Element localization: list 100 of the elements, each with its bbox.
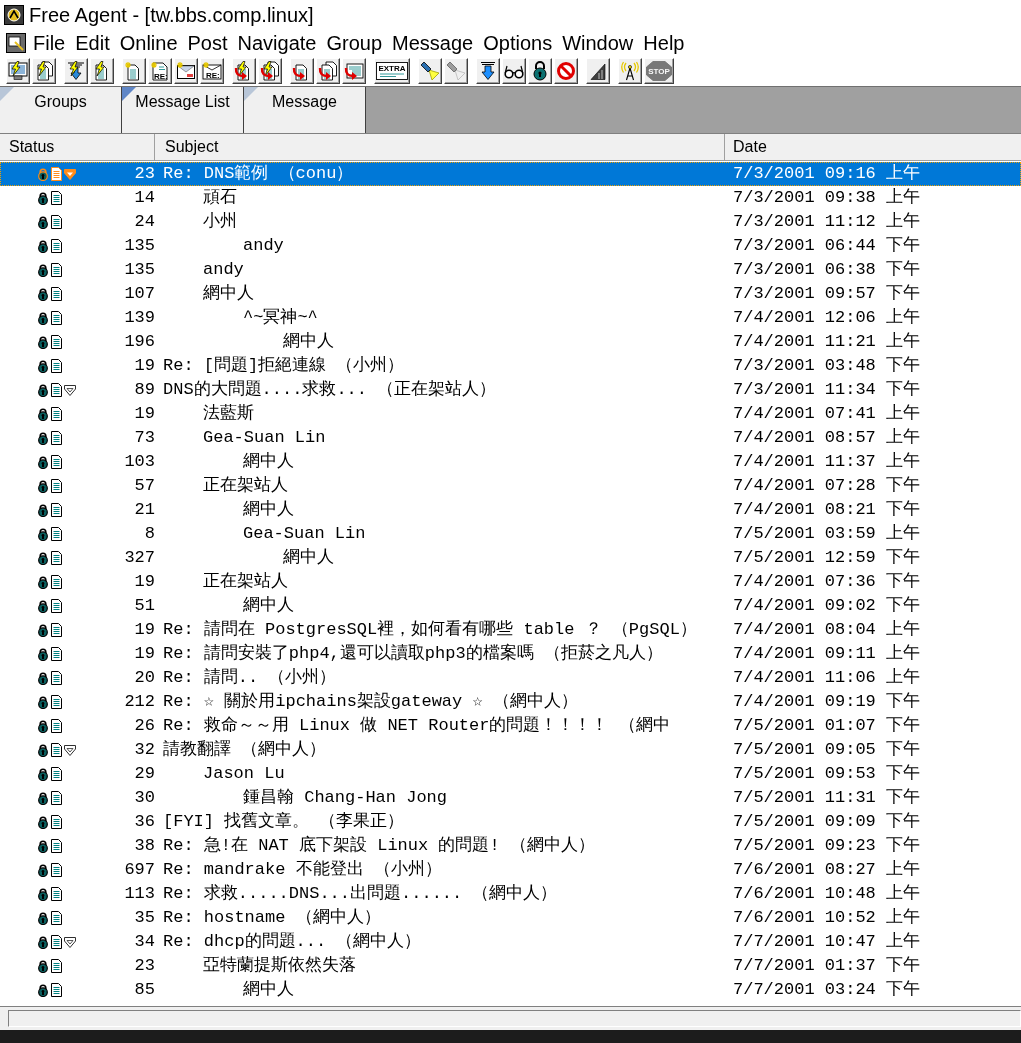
message-row[interactable]: 19 Re: 請問安裝了php4,還可以讀取php3的檔案嗎 （拒菸之凡人） 7/4/2001 09:11 上午 bbox=[0, 642, 1021, 666]
caret-icon[interactable] bbox=[64, 936, 76, 948]
padlock-icon bbox=[37, 599, 49, 613]
toolbar-button[interactable] bbox=[476, 57, 500, 84]
message-row[interactable]: 26 Re: 救命～～用 Linux 做 NET Router的問題！！！！ （網中 7/5/2001 01:07 下午 bbox=[0, 714, 1021, 738]
message-row[interactable]: 19 法藍斯 7/4/2001 07:41 上午 bbox=[0, 402, 1021, 426]
document-icon bbox=[51, 479, 62, 493]
message-row[interactable]: 8 Gea-Suan Lin 7/5/2001 03:59 上午 bbox=[0, 522, 1021, 546]
document-icon bbox=[51, 503, 62, 517]
message-row[interactable]: 135 andy 7/3/2001 06:38 下午 bbox=[0, 258, 1021, 282]
toolbar-button[interactable] bbox=[618, 57, 642, 84]
message-row[interactable]: 697 Re: mandrake 不能登出 （小州） 7/6/2001 08:27 上午 bbox=[0, 858, 1021, 882]
subject-text: 網中人 bbox=[203, 284, 254, 303]
toolbar-button[interactable] bbox=[258, 57, 282, 84]
menu-item[interactable]: File bbox=[28, 30, 71, 55]
message-row[interactable]: 327 網中人 7/5/2001 12:59 下午 bbox=[0, 546, 1021, 570]
document-icon bbox=[51, 575, 62, 589]
menu-item[interactable]: Options bbox=[478, 30, 558, 55]
toolbar-button[interactable] bbox=[290, 57, 314, 84]
menu-item[interactable]: Post bbox=[182, 30, 233, 55]
document-icon bbox=[51, 335, 62, 349]
subject-text: Re: DNS範例 （conu） bbox=[163, 164, 354, 183]
message-row[interactable]: 139 ^~冥神~^ 7/4/2001 12:06 上午 bbox=[0, 306, 1021, 330]
menu-item[interactable]: Message bbox=[387, 30, 479, 55]
toolbar-button[interactable] bbox=[316, 57, 340, 84]
toolbar-button[interactable] bbox=[502, 57, 526, 84]
column-header[interactable]: Status bbox=[0, 134, 155, 160]
date-text: 7/7/2001 01:37 下午 bbox=[733, 956, 921, 975]
message-row[interactable]: 212 Re: ☆ 關於用ipchains架設gateway ☆ （網中人） 7/4/2001 09:19 下午 bbox=[0, 690, 1021, 714]
toolbar-button[interactable] bbox=[174, 57, 198, 84]
message-row[interactable]: 30 鍾昌翰 Chang-Han Jong 7/5/2001 11:31 下午 bbox=[0, 786, 1021, 810]
document-icon bbox=[51, 911, 62, 925]
document-icon bbox=[51, 695, 62, 709]
date-text: 7/5/2001 09:05 下午 bbox=[733, 740, 921, 759]
message-row[interactable]: 34 Re: dhcp的問題... （網中人） 7/7/2001 10:47 上午 bbox=[0, 930, 1021, 954]
menu-item[interactable]: Group bbox=[321, 30, 388, 55]
toolbar-button[interactable] bbox=[232, 57, 256, 84]
toolbar-button[interactable] bbox=[6, 57, 30, 84]
document-icon bbox=[51, 935, 62, 949]
line-count: 697 bbox=[124, 859, 155, 881]
message-row[interactable]: 73 Gea-Suan Lin 7/4/2001 08:57 上午 bbox=[0, 426, 1021, 450]
line-count: 57 bbox=[134, 475, 155, 497]
toolbar-button[interactable] bbox=[342, 57, 366, 84]
caret-icon[interactable] bbox=[64, 744, 76, 756]
line-count: 14 bbox=[134, 187, 155, 209]
message-row[interactable]: 196 網中人 7/4/2001 11:21 上午 bbox=[0, 330, 1021, 354]
message-row[interactable]: 14 頑石 7/3/2001 09:38 上午 bbox=[0, 186, 1021, 210]
line-count: 35 bbox=[134, 907, 155, 929]
message-row[interactable]: 19 Re: 請問在 PostgresSQL裡，如何看有哪些 table ？ （PgSQL） 7/4/2001 08:04 上午 bbox=[0, 618, 1021, 642]
message-row[interactable]: 23 Re: DNS範例 （conu） 7/3/2001 09:16 上午 bbox=[0, 162, 1021, 186]
line-count: 19 bbox=[134, 571, 155, 593]
menu-item[interactable]: Edit bbox=[70, 30, 115, 55]
message-row[interactable]: 21 網中人 7/4/2001 08:21 下午 bbox=[0, 498, 1021, 522]
menu-item[interactable]: Window bbox=[557, 30, 639, 55]
toolbar-button[interactable] bbox=[418, 57, 442, 84]
tab[interactable]: Message List bbox=[122, 87, 244, 133]
message-row[interactable]: 38 Re: 急!在 NAT 底下架設 Linux 的問題! （網中人） 7/5/2001 09:23 下午 bbox=[0, 834, 1021, 858]
toolbar-button[interactable] bbox=[586, 57, 610, 84]
message-row[interactable]: 89 DNS的大問題....求救... （正在架站人） 7/3/2001 11:34 下午 bbox=[0, 378, 1021, 402]
message-row[interactable]: 23 亞特蘭提斯依然失落 7/7/2001 01:37 下午 bbox=[0, 954, 1021, 978]
menu-item[interactable]: Navigate bbox=[232, 30, 322, 55]
message-row[interactable]: 19 Re: [問題]拒絕連線 （小州） 7/3/2001 03:48 下午 bbox=[0, 354, 1021, 378]
line-count: 29 bbox=[134, 763, 155, 785]
line-count: 36 bbox=[134, 811, 155, 833]
line-count: 32 bbox=[134, 739, 155, 761]
subject-text: Re: 救命～～用 Linux 做 NET Router的問題！！！！ （網中 bbox=[163, 716, 670, 735]
message-row[interactable]: 29 Jason Lu 7/5/2001 09:53 下午 bbox=[0, 762, 1021, 786]
message-row[interactable]: 113 Re: 求救.....DNS...出問題...... （網中人） 7/6/2001 10:48 上午 bbox=[0, 882, 1021, 906]
message-row[interactable]: 135 andy 7/3/2001 06:44 下午 bbox=[0, 234, 1021, 258]
message-row[interactable]: 36 [FYI] 找舊文章。 （李果正） 7/5/2001 09:09 下午 bbox=[0, 810, 1021, 834]
message-row[interactable]: 57 正在架站人 7/4/2001 07:28 下午 bbox=[0, 474, 1021, 498]
corner-fold-icon bbox=[244, 87, 258, 101]
corner-fold-icon bbox=[122, 87, 136, 101]
prohibition-icon bbox=[556, 60, 576, 81]
flashlight-icon bbox=[420, 60, 440, 81]
message-row[interactable]: 85 網中人 7/7/2001 03:24 下午 bbox=[0, 978, 1021, 1002]
message-row[interactable]: 19 正在架站人 7/4/2001 07:36 下午 bbox=[0, 570, 1021, 594]
message-row[interactable]: 103 網中人 7/4/2001 11:37 上午 bbox=[0, 450, 1021, 474]
toolbar-button[interactable] bbox=[554, 57, 578, 84]
toolbar-button[interactable] bbox=[528, 57, 552, 84]
tab[interactable]: Groups bbox=[0, 87, 122, 133]
message-row[interactable]: 51 網中人 7/4/2001 09:02 下午 bbox=[0, 594, 1021, 618]
toolbar-button[interactable] bbox=[90, 57, 114, 84]
caret-icon[interactable] bbox=[64, 384, 76, 396]
menu-item[interactable]: Online bbox=[114, 30, 183, 55]
subject-text: 網中人 bbox=[283, 548, 334, 567]
toolbar-button[interactable] bbox=[64, 57, 88, 84]
message-row[interactable]: 24 小州 7/3/2001 11:12 上午 bbox=[0, 210, 1021, 234]
toolbar-button[interactable] bbox=[32, 57, 56, 84]
message-row[interactable]: 107 網中人 7/3/2001 09:57 下午 bbox=[0, 282, 1021, 306]
child-window-icon[interactable] bbox=[6, 32, 26, 53]
menu-item[interactable]: Help bbox=[638, 30, 690, 55]
subject-text: andy bbox=[203, 260, 244, 279]
tab[interactable]: Message bbox=[244, 87, 366, 133]
column-header[interactable]: Date bbox=[725, 134, 1021, 160]
message-row[interactable]: 32 請教翻譯 （網中人） 7/5/2001 09:05 下午 bbox=[0, 738, 1021, 762]
toolbar-button[interactable] bbox=[122, 57, 146, 84]
message-row[interactable]: 35 Re: hostname （網中人） 7/6/2001 10:52 上午 bbox=[0, 906, 1021, 930]
column-header[interactable]: Subject bbox=[155, 134, 725, 160]
message-row[interactable]: 20 Re: 請問.. （小州） 7/4/2001 11:06 上午 bbox=[0, 666, 1021, 690]
